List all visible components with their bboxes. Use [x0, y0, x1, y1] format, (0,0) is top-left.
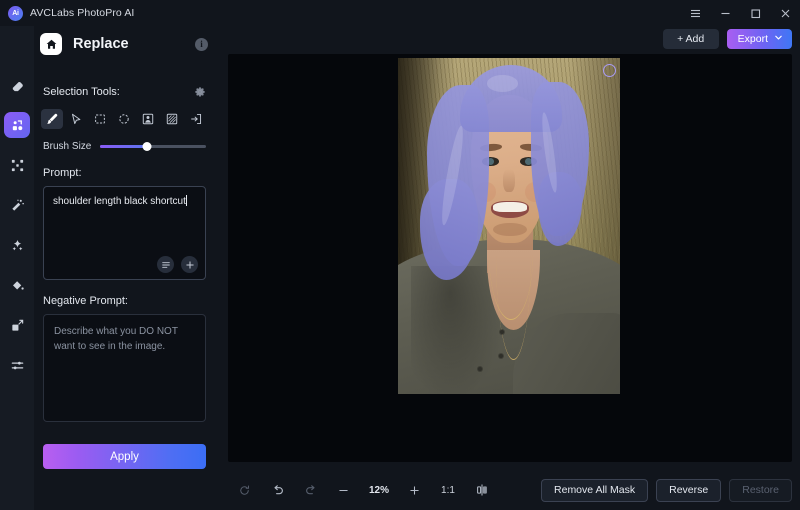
restore-label: Restore [742, 484, 779, 496]
background-select-tool[interactable] [161, 109, 183, 129]
chin-shading [493, 222, 527, 237]
prompt-actions [157, 256, 198, 273]
apply-button[interactable]: Apply [43, 444, 206, 469]
workspace: + Add Export 12% 1:1 Remove All Mask Rev… [220, 26, 800, 510]
page-title: Replace [73, 36, 129, 52]
rectangle-select-tool[interactable] [89, 109, 111, 129]
sidebar-item-replace[interactable] [4, 112, 30, 138]
zoom-level: 12% [368, 484, 389, 496]
export-button-label: Export [737, 33, 768, 45]
app-logo-icon: Ai [8, 5, 23, 21]
selection-tool-group [34, 109, 220, 129]
hair-highlight [486, 74, 518, 92]
zoom-in-icon[interactable] [398, 478, 431, 502]
gear-icon[interactable] [194, 86, 206, 98]
prompt-input[interactable]: shoulder length black shortcut [43, 186, 206, 280]
reverse-button[interactable]: Reverse [656, 478, 722, 502]
add-button-label: + Add [677, 33, 705, 45]
panel-header: Replace i [34, 26, 220, 62]
brush-size-slider[interactable] [100, 140, 206, 152]
zoom-controls: 12% 1:1 [228, 478, 498, 502]
sidebar-item-eraser[interactable] [4, 72, 30, 98]
left-panel: Replace i Selection Tools: Brush Size Pr… [34, 26, 220, 510]
negative-prompt-placeholder: Describe what you DO NOT want to see in … [54, 326, 178, 352]
list-icon[interactable] [157, 256, 174, 273]
slider-fill [100, 144, 147, 148]
teeth [493, 201, 528, 213]
prompt-label: Prompt: [43, 167, 82, 179]
hamburger-menu-icon[interactable] [680, 0, 710, 26]
prompt-text: shoulder length black shortcut [53, 195, 196, 209]
selection-tools-label: Selection Tools: [43, 86, 120, 98]
import-mask-tool[interactable] [185, 109, 207, 129]
workspace-toolbar: + Add Export [220, 26, 800, 52]
shirt-button [477, 367, 482, 372]
image-canvas[interactable] [228, 54, 792, 462]
text-caret [185, 195, 187, 206]
reset-icon[interactable] [228, 478, 261, 502]
slider-thumb[interactable] [142, 141, 152, 151]
close-icon[interactable] [770, 0, 800, 26]
home-icon[interactable] [40, 33, 62, 55]
nose [503, 168, 515, 193]
app-logo-text: Ai [12, 9, 19, 17]
split-compare-icon[interactable] [465, 478, 498, 502]
ellipse-select-tool[interactable] [113, 109, 135, 129]
app-brand: Ai AVCLabs PhotoPro AI [0, 5, 135, 21]
negative-prompt-input[interactable]: Describe what you DO NOT want to see in … [43, 314, 206, 422]
sidebar-item-paint-bucket[interactable] [4, 272, 30, 298]
chevron-down-icon [774, 33, 783, 45]
subject-select-tool[interactable] [137, 109, 159, 129]
app-title: AVCLabs PhotoPro AI [30, 7, 135, 19]
add-button[interactable]: + Add [662, 29, 719, 49]
canvas-bottom-bar: 12% 1:1 Remove All Mask Reverse Restore [220, 470, 800, 510]
brush-size-label: Brush Size [43, 140, 92, 152]
brush-size-row: Brush Size [34, 140, 220, 152]
edited-photo[interactable] [398, 58, 620, 394]
redo-icon[interactable] [294, 478, 327, 502]
window-controls [680, 0, 800, 26]
reverse-label: Reverse [669, 484, 709, 496]
undo-icon[interactable] [261, 478, 294, 502]
shirt-button [499, 353, 503, 358]
apply-button-label: Apply [110, 450, 139, 463]
remove-all-mask-button[interactable]: Remove All Mask [541, 478, 649, 502]
sidebar-item-resize[interactable] [4, 312, 30, 338]
export-button[interactable]: Export [726, 29, 792, 49]
brush-tool[interactable] [41, 109, 63, 129]
pointer-tool[interactable] [65, 109, 87, 129]
zoom-out-icon[interactable] [327, 478, 360, 502]
info-icon[interactable]: i [195, 37, 208, 51]
restore-button: Restore [729, 478, 792, 502]
sidebar-item-expand[interactable] [4, 152, 30, 178]
title-bar: Ai AVCLabs PhotoPro AI [0, 0, 800, 26]
mask-actions: Remove All Mask Reverse Restore [541, 478, 792, 502]
selection-tools-header: Selection Tools: [34, 80, 220, 104]
sidebar-item-magic-wand[interactable] [4, 192, 30, 218]
remove-all-mask-label: Remove All Mask [554, 484, 636, 496]
negative-prompt-label: Negative Prompt: [43, 295, 128, 307]
prompt-value: shoulder length black shortcut [53, 196, 186, 207]
actual-size-button[interactable]: 1:1 [431, 478, 465, 502]
sidebar-item-enhance[interactable] [4, 232, 30, 258]
tool-rail [0, 26, 34, 510]
plus-icon[interactable] [181, 256, 198, 273]
app-window: Ai AVCLabs PhotoPro AI Replace i Selecti… [0, 0, 800, 510]
maximize-icon[interactable] [740, 0, 770, 26]
brush-cursor-circle [603, 64, 616, 77]
minimize-icon[interactable] [710, 0, 740, 26]
sidebar-item-adjust[interactable] [4, 352, 30, 378]
